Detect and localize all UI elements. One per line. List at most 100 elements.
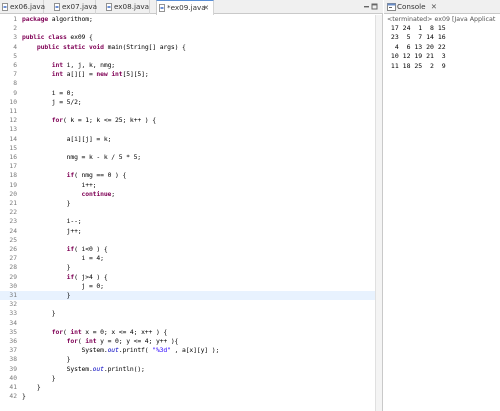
code-line[interactable]: 15 xyxy=(0,144,376,153)
line-number: 26 xyxy=(9,246,17,253)
code-line[interactable]: 37 System.out.printf( "%3d" , a[x][y] ); xyxy=(0,346,376,355)
code-text[interactable]: for( int x = 0; x <= 4; x++ ) { xyxy=(22,328,167,337)
code-line[interactable]: 2 xyxy=(0,24,376,33)
vertical-scrollbar[interactable] xyxy=(375,15,382,411)
code-text[interactable]: nmg = k - k / 5 * 5; xyxy=(22,153,142,162)
code-line[interactable]: 31 } xyxy=(0,291,376,301)
tab-ex09[interactable]: *ex09.java ✕ xyxy=(156,0,214,15)
code-line[interactable]: 7 int a[][] = new int[5][5]; xyxy=(0,70,376,79)
code-text[interactable]: j = 0; xyxy=(22,282,104,291)
code-text[interactable]: } xyxy=(22,263,71,272)
code-text[interactable]: if( nmg == 0 ) { xyxy=(22,171,127,180)
code-line[interactable]: 35 for( int x = 0; x <= 4; x++ ) { xyxy=(0,328,376,337)
code-text[interactable]: i--; xyxy=(22,217,82,226)
tab-console[interactable]: Console ✕ xyxy=(386,0,437,14)
code-text[interactable]: } xyxy=(22,355,71,364)
code-line[interactable]: 39 System.out.println(); xyxy=(0,365,376,374)
code-text[interactable]: } xyxy=(22,309,56,318)
code-line[interactable]: 9 i = 0; xyxy=(0,89,376,98)
line-number: 6 xyxy=(13,62,17,69)
line-number: 8 xyxy=(13,80,17,88)
close-icon[interactable]: ✕ xyxy=(431,2,437,11)
code-line[interactable]: 38 } xyxy=(0,355,376,364)
code-editor[interactable]: ex06.java ex07.java ex08.java *ex09.java… xyxy=(0,0,383,411)
line-number: 40 xyxy=(9,374,17,382)
code-text[interactable]: package algorithom; xyxy=(22,15,93,24)
code-text[interactable]: if( j>4 ) { xyxy=(22,273,108,282)
code-line[interactable]: 16 nmg = k - k / 5 * 5; xyxy=(0,153,376,162)
code-line[interactable]: 30 j = 0; xyxy=(0,282,376,291)
code-line[interactable]: 20 continue; xyxy=(0,190,376,199)
code-text[interactable]: i = 0; xyxy=(22,89,74,98)
code-text[interactable]: public static void main(String[] args) { xyxy=(22,43,186,52)
code-text[interactable]: for( k = 1; k <= 25; k++ ) { xyxy=(22,116,156,125)
code-line[interactable]: 11 xyxy=(0,107,376,116)
code-line[interactable]: 4 public static void main(String[] args)… xyxy=(0,43,376,52)
code-line[interactable]: 22 xyxy=(0,208,376,217)
code-text[interactable]: int a[][] = new int[5][5]; xyxy=(22,70,149,79)
code-text[interactable]: i++; xyxy=(22,181,97,190)
code-line[interactable]: 13 xyxy=(0,125,376,134)
code-line[interactable]: 32 xyxy=(0,300,376,309)
code-text[interactable]: System.out.printf( "%3d" , a[x][y] ); xyxy=(22,346,220,355)
code-line[interactable]: 14 a[i][j] = k; xyxy=(0,135,376,144)
code-text[interactable]: } xyxy=(22,374,56,383)
code-line[interactable]: 33 } xyxy=(0,309,376,318)
code-line[interactable]: 40 } xyxy=(0,374,376,383)
code-text[interactable]: i = 4; xyxy=(22,254,104,263)
code-line[interactable]: 6 int i, j, k, nmg; xyxy=(0,61,376,70)
line-number: 9 xyxy=(13,89,17,97)
close-icon[interactable]: ✕ xyxy=(203,1,209,15)
minimize-maximize-icon[interactable] xyxy=(361,1,381,13)
console-output-line: 17 24 1 8 15 xyxy=(387,24,446,32)
code-line[interactable]: 18 if( nmg == 0 ) { xyxy=(0,171,376,180)
tab-ex06[interactable]: ex06.java xyxy=(0,0,45,14)
line-number: 11 xyxy=(9,108,17,115)
tab-ex07[interactable]: ex07.java xyxy=(52,0,97,14)
code-text[interactable]: } xyxy=(22,383,41,392)
line-number: 35 xyxy=(9,328,17,336)
code-line[interactable]: 17 xyxy=(0,162,376,171)
tab-ex08[interactable]: ex08.java xyxy=(104,0,150,14)
code-line[interactable]: 25 xyxy=(0,236,376,245)
code-line[interactable]: 41 } xyxy=(0,383,376,392)
java-file-icon xyxy=(159,4,165,12)
code-text[interactable]: j++; xyxy=(22,227,82,236)
code-text[interactable]: j = 5/2; xyxy=(22,98,82,107)
code-line[interactable]: 27 i = 4; xyxy=(0,254,376,263)
line-number: 12 xyxy=(9,117,17,125)
code-line[interactable]: 28 } xyxy=(0,263,376,272)
code-text[interactable]: } xyxy=(22,199,71,208)
console-output: 17 24 1 8 15 23 5 7 14 16 4 6 13 20 22 1… xyxy=(387,24,446,71)
code-line[interactable]: 24 j++; xyxy=(0,227,376,236)
line-number: 15 xyxy=(9,144,17,152)
code-line[interactable]: 34 xyxy=(0,319,376,328)
code-line[interactable]: 5 xyxy=(0,52,376,61)
code-line[interactable]: 42} xyxy=(0,392,376,401)
code-text[interactable]: a[i][j] = k; xyxy=(22,135,112,144)
code-line[interactable]: 12 for( k = 1; k <= 25; k++ ) { xyxy=(0,116,376,125)
code-text[interactable]: } xyxy=(22,291,71,300)
console-view: Console ✕ <terminated> ex09 [Java Applic… xyxy=(384,0,500,411)
code-line[interactable]: 23 i--; xyxy=(0,217,376,226)
code-text[interactable]: int i, j, k, nmg; xyxy=(22,61,115,70)
code-text[interactable]: } xyxy=(22,392,26,401)
code-text[interactable]: for( int y = 0; y <= 4; y++ ){ xyxy=(22,337,179,346)
code-line[interactable]: 10 j = 5/2; xyxy=(0,98,376,107)
code-line[interactable]: 8 xyxy=(0,79,376,88)
code-line[interactable]: 26 if( i<0 ) { xyxy=(0,245,376,254)
code-text[interactable]: public class ex09 { xyxy=(22,33,93,42)
line-number: 27 xyxy=(9,255,17,263)
code-line[interactable]: 36 for( int y = 0; y <= 4; y++ ){ xyxy=(0,337,376,346)
code-area[interactable]: 1 package algorithom; 2 3 public class ex09 … xyxy=(0,15,376,411)
code-line[interactable]: 29 if( j>4 ) { xyxy=(0,273,376,282)
code-text[interactable]: if( i<0 ) { xyxy=(22,245,108,254)
tab-label: *ex09.java xyxy=(167,3,206,12)
code-line[interactable]: 1 package algorithom; xyxy=(0,15,376,24)
code-line[interactable]: 3 public class ex09 { xyxy=(0,33,376,42)
code-line[interactable]: 19 i++; xyxy=(0,181,376,190)
editor-tab-bar: ex06.java ex07.java ex08.java *ex09.java… xyxy=(0,0,383,15)
code-text[interactable]: continue; xyxy=(22,190,116,199)
code-text[interactable]: System.out.println(); xyxy=(22,365,145,374)
code-line[interactable]: 21 } xyxy=(0,199,376,208)
